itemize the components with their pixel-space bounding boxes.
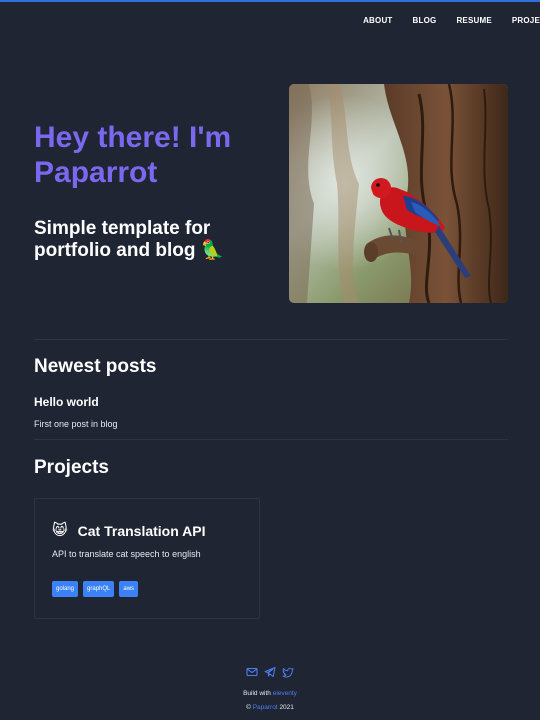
post-title-link[interactable]: Hello world: [34, 395, 99, 409]
hero-image: [289, 84, 508, 303]
tag-graphql[interactable]: graphQL: [83, 581, 115, 597]
project-card-header: 😸 Cat Translation API: [52, 522, 206, 540]
copyright-year: 2021: [279, 704, 294, 711]
tag-golang[interactable]: golang: [52, 581, 79, 597]
tag-aws[interactable]: aws: [119, 581, 139, 597]
projects-heading: Projects: [34, 457, 109, 478]
hero-subtitle-text: Simple template for portfolio and blog: [34, 218, 211, 261]
twitter-icon[interactable]: [282, 665, 294, 678]
footer-build-prefix: Build with: [243, 690, 271, 697]
telegram-icon[interactable]: [264, 665, 276, 677]
eleventy-link[interactable]: eleventy: [273, 690, 297, 697]
cat-emoji-icon: 😸: [52, 522, 68, 539]
footer-build: Build with eleventy: [0, 690, 540, 697]
top-nav: ABOUT BLOG RESUME PROJE: [363, 16, 540, 25]
footer-copyright: © Paparrot 2021: [0, 704, 540, 711]
paparrot-link[interactable]: Paparrot: [253, 704, 278, 711]
project-tags: golang graphQL aws: [52, 581, 139, 597]
parrot-emoji-icon: 🦜: [200, 240, 225, 261]
nav-blog[interactable]: BLOG: [413, 16, 437, 25]
nav-about[interactable]: ABOUT: [363, 16, 392, 25]
parrot-photo: [289, 84, 508, 303]
copyright-symbol: ©: [246, 704, 251, 711]
divider: [34, 439, 508, 440]
footer-social-links: [0, 665, 540, 678]
project-card[interactable]: 😸 Cat Translation API API to translate c…: [34, 498, 260, 619]
newest-posts-heading: Newest posts: [34, 356, 157, 377]
project-description: API to translate cat speech to english: [52, 549, 201, 559]
hero-title: Hey there! I'm Paparrot: [34, 121, 232, 189]
mail-icon[interactable]: [246, 665, 258, 677]
hero-subtitle: Simple template for portfolio and blog 🦜: [34, 218, 279, 262]
nav-resume[interactable]: RESUME: [456, 16, 491, 25]
project-title[interactable]: Cat Translation API: [78, 523, 206, 539]
divider: [34, 339, 508, 340]
post-description: First one post in blog: [34, 419, 118, 429]
nav-projects[interactable]: PROJE: [512, 16, 540, 25]
